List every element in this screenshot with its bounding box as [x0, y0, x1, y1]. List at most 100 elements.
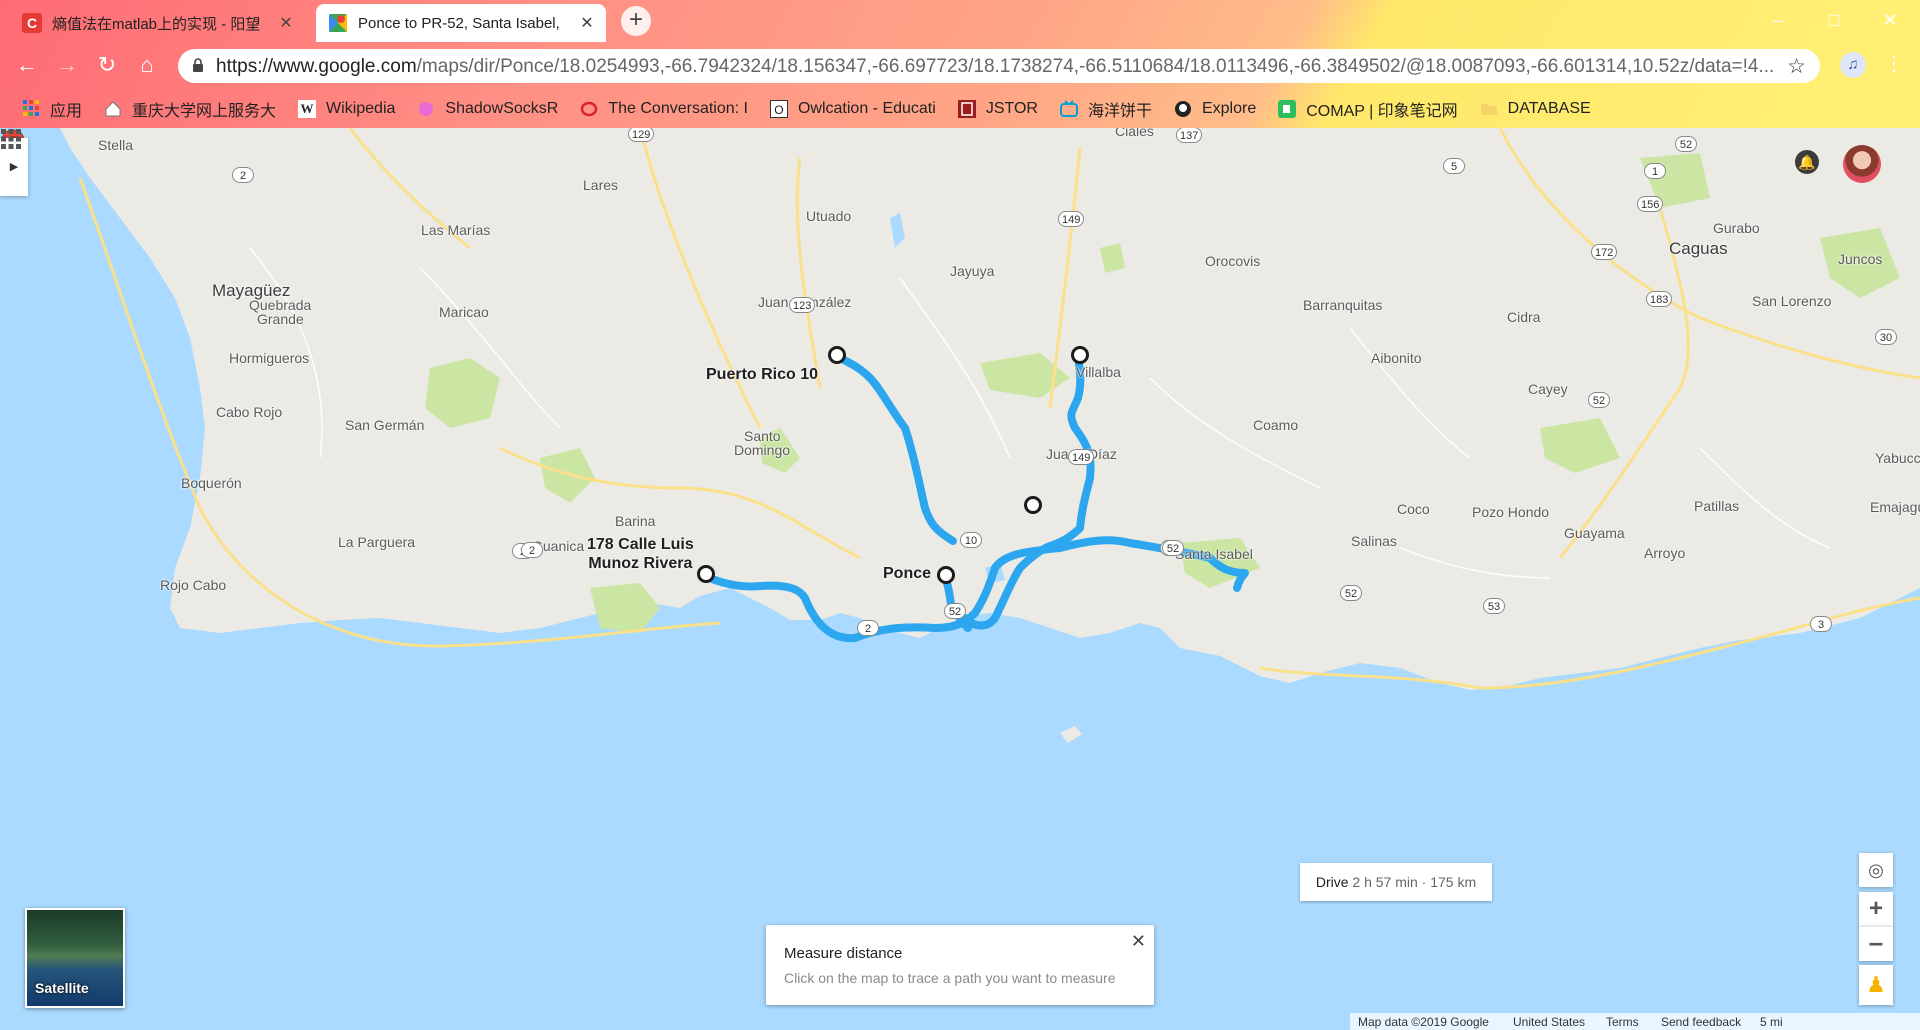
route-highway-shield: 52 [944, 603, 966, 619]
back-icon[interactable]: ← [14, 52, 40, 78]
place-label[interactable]: Yabucc [1875, 450, 1920, 466]
place-label[interactable]: Caguas [1669, 239, 1728, 259]
drive-separator: · [1421, 874, 1427, 890]
extension-icon[interactable]: ♫ [1840, 52, 1866, 78]
place-label[interactable]: San Lorenzo [1752, 293, 1831, 309]
bookmark-item[interactable]: The Conversation: I [580, 100, 748, 118]
bookmark-item[interactable]: DATABASE [1480, 100, 1591, 118]
lock-icon [193, 58, 203, 72]
bookmark-item[interactable]: JSTOR [957, 100, 1038, 118]
bookmark-label: Explore [1201, 100, 1257, 117]
highway-shield: 5 [1443, 158, 1465, 174]
place-label[interactable]: Las Marías [421, 222, 490, 238]
terms-link[interactable]: Terms [1606, 1015, 1639, 1029]
place-label[interactable]: Emajagu [1870, 499, 1920, 515]
place-label[interactable]: Grande [257, 311, 304, 327]
place-label[interactable]: Maricao [439, 304, 489, 320]
bookmark-item[interactable]: 重庆大学网上服务大 [104, 97, 276, 121]
place-label[interactable]: Patillas [1694, 498, 1739, 514]
forward-icon[interactable]: → [54, 52, 80, 78]
account-avatar[interactable] [1843, 145, 1881, 183]
place-label[interactable]: Arroyo [1644, 545, 1685, 561]
place-label[interactable]: Hormigueros [229, 350, 309, 366]
place-label[interactable]: Pozo Hondo [1472, 504, 1549, 520]
place-label[interactable]: San Germán [345, 417, 424, 433]
close-tab-icon[interactable]: ✕ [576, 13, 598, 33]
place-label[interactable]: Gurabo [1713, 220, 1760, 236]
tab-google-maps[interactable]: Ponce to PR-52, Santa Isabel, ✕ [316, 4, 606, 42]
satellite-layer-toggle[interactable]: Satellite [25, 908, 125, 1008]
waypoint-label-line: Munoz Rivera [588, 555, 693, 572]
highway-shield: 2 [232, 167, 254, 183]
bookmark-label: JSTOR [985, 100, 1038, 117]
bookmark-label: The Conversation: I [608, 100, 748, 117]
place-label[interactable]: Cidra [1507, 309, 1540, 325]
place-label[interactable]: Domingo [734, 442, 790, 458]
place-label[interactable]: Stella [98, 137, 133, 153]
bookmark-item[interactable]: W Wikipedia [298, 100, 395, 118]
place-label[interactable]: Santa Isabel [1175, 546, 1253, 562]
place-label[interactable]: Juncos [1838, 251, 1882, 267]
place-label[interactable]: Salinas [1351, 533, 1397, 549]
waypoint-marker[interactable] [828, 346, 846, 364]
zoom-out-button[interactable]: – [1859, 926, 1893, 961]
browser-menu-icon[interactable]: ⋮ [1884, 52, 1904, 78]
bookmark-item[interactable]: Explore [1174, 100, 1256, 118]
close-icon[interactable]: ✕ [1131, 931, 1146, 952]
close-window-icon[interactable]: ✕ [1870, 6, 1910, 34]
place-label[interactable]: Utuado [806, 208, 851, 224]
bookmark-item[interactable]: 海洋饼干 [1059, 97, 1152, 121]
place-label[interactable]: Guayama [1564, 525, 1625, 541]
place-label[interactable]: Aibonito [1371, 350, 1422, 366]
place-label[interactable]: Barina [615, 513, 655, 529]
waypoint-marker[interactable] [1071, 346, 1089, 364]
place-label[interactable]: Villalba [1076, 364, 1121, 380]
url-host: https://www.google.com [216, 56, 417, 77]
place-label[interactable]: Lares [583, 177, 618, 193]
my-location-button[interactable]: ◎ [1859, 853, 1893, 887]
bookmark-item[interactable]: COMAP | 印象笔记网 [1278, 97, 1458, 121]
send-feedback-link[interactable]: Send feedback [1661, 1015, 1741, 1029]
google-apps-icon[interactable] [0, 128, 22, 150]
highway-shield: 52 [1340, 585, 1362, 601]
route-summary[interactable]: Drive 2 h 57 min · 175 km [1300, 863, 1492, 901]
zoom-in-button[interactable]: + [1859, 892, 1893, 926]
bookmark-item[interactable]: O Owlcation - Educati [769, 100, 936, 118]
bookmark-item[interactable]: ShadowSocksR [417, 100, 558, 118]
tab-entropy-matlab[interactable]: C 熵值法在matlab上的实现 - 阳望 ✕ [10, 6, 305, 40]
region-link[interactable]: United States [1513, 1015, 1585, 1029]
bookmark-star-icon[interactable]: ☆ [1787, 54, 1806, 79]
place-label[interactable]: Boquerón [181, 475, 242, 491]
jstor-icon [957, 100, 976, 118]
place-label[interactable]: Jayuya [950, 263, 994, 279]
reload-icon[interactable]: ↻ [94, 52, 120, 78]
bookmark-label: DATABASE [1507, 100, 1591, 117]
bookmark-item[interactable]: 应用 [22, 97, 82, 121]
place-label[interactable]: Coamo [1253, 417, 1298, 433]
place-label[interactable]: Barranquitas [1303, 297, 1382, 313]
bookmark-label: 应用 [50, 103, 83, 120]
waypoint-marker[interactable] [937, 566, 955, 584]
place-label[interactable]: Orocovis [1205, 253, 1260, 269]
waypoint-marker[interactable] [1024, 496, 1042, 514]
close-tab-icon[interactable]: ✕ [275, 13, 297, 33]
pegman-street-view-icon[interactable]: ♟ [1859, 965, 1893, 1005]
place-label[interactable]: Cabo Rojo [216, 404, 282, 420]
place-label[interactable]: Coco [1397, 501, 1430, 517]
waypoint-marker[interactable] [697, 565, 715, 583]
maximize-icon[interactable]: □ [1814, 6, 1854, 34]
place-label[interactable]: Ciales [1115, 128, 1154, 139]
notifications-bell-icon[interactable]: 🔔 [1795, 150, 1819, 174]
place-label[interactable]: La Parguera [338, 534, 415, 550]
address-bar[interactable]: https://www.google.com/maps/dir/Ponce/18… [178, 49, 1820, 83]
minimize-icon[interactable]: – [1758, 6, 1798, 34]
place-label[interactable]: Rojo Cabo [160, 577, 226, 593]
browser-toolbar: ← → ↻ ⌂ https://www.google.com/maps/dir/… [0, 44, 1920, 86]
map-canvas[interactable]: StellaSan SebastiánLaresUtuadoLas Marías… [0, 128, 1920, 1030]
scale-label: 5 mi [1760, 1015, 1783, 1029]
new-tab-button[interactable]: + [621, 6, 651, 36]
route-highway-shield: 2 [857, 620, 879, 636]
home-icon[interactable]: ⌂ [134, 52, 160, 78]
place-label[interactable]: Cayey [1528, 381, 1568, 397]
waypoint-label: 178 Calle Luis Munoz Rivera [587, 535, 694, 573]
